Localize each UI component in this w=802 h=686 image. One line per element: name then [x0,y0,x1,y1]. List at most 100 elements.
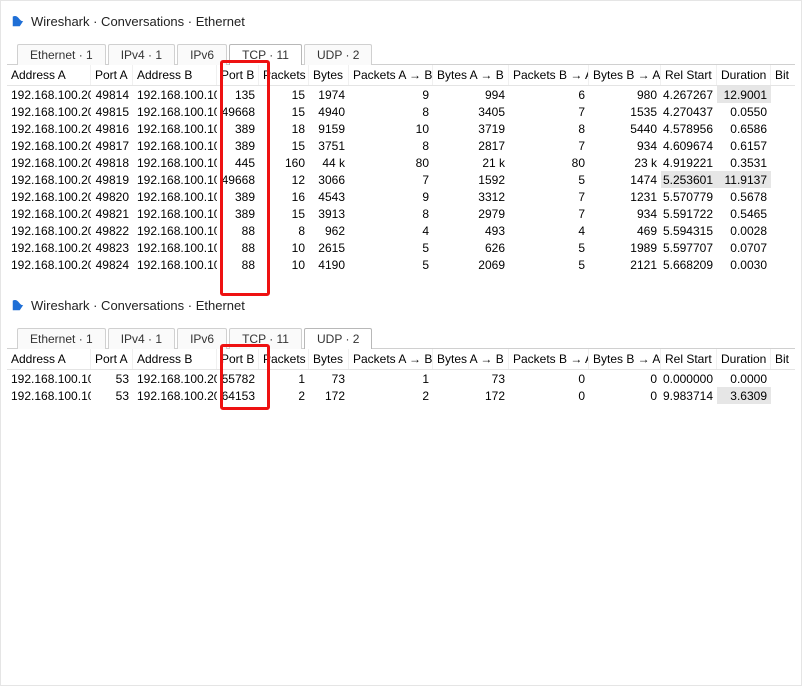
col-address-b[interactable]: Address B [133,349,217,369]
table-row[interactable]: 192.168.100.2049824192.168.100.108810419… [7,256,795,273]
cell-bytes: 4940 [309,103,349,120]
col-port-b[interactable]: Port B [217,349,259,369]
col-bytes[interactable]: Bytes [309,349,349,369]
cell-addrb: 192.168.100.10 [133,154,217,171]
cell-bba: 934 [589,137,661,154]
cell-pba: 7 [509,188,589,205]
conversations-pane-udp: Wireshark · Conversations · Ethernet Eth… [7,291,795,681]
tab-udp[interactable]: UDP · 2 [304,328,372,349]
cell-bba: 469 [589,222,661,239]
cell-rel: 5.591722 [661,205,717,222]
cell-bit [771,256,789,273]
cell-bab: 994 [433,86,509,103]
cell-bit [771,387,789,404]
cell-bab: 3405 [433,103,509,120]
cell-bba: 1535 [589,103,661,120]
cell-pab: 8 [349,103,433,120]
col-port-b[interactable]: Port B [217,65,259,85]
col-port-a[interactable]: Port A [91,65,133,85]
table-row[interactable]: 192.168.100.2049819192.168.100.104966812… [7,171,795,188]
tab-ipv4[interactable]: IPv4 · 1 [108,328,175,349]
cell-dur: 0.6586 [717,120,771,137]
cell-porta: 49823 [91,239,133,256]
wireshark-fin-icon [11,298,25,312]
tabs-top: Ethernet · 1 IPv4 · 1 IPv6 TCP · 11 UDP … [17,41,795,65]
cell-porta: 49815 [91,103,133,120]
tab-ethernet[interactable]: Ethernet · 1 [17,328,106,349]
tab-ipv6[interactable]: IPv6 [177,44,227,65]
table-row[interactable]: 192.168.100.2049822192.168.100.108889624… [7,222,795,239]
cell-addrb: 192.168.100.20 [133,387,217,404]
cell-pab: 8 [349,137,433,154]
table-row[interactable]: 192.168.100.2049817192.168.100.103891537… [7,137,795,154]
cell-portb: 88 [217,222,259,239]
col-packets-b-a[interactable]: Packets B → A [509,349,589,369]
col-rel-start[interactable]: Rel Start [661,349,717,369]
col-duration[interactable]: Duration [717,65,771,85]
table-row[interactable]: 192.168.100.1053192.168.100.206415321722… [7,387,795,404]
tab-ipv4[interactable]: IPv4 · 1 [108,44,175,65]
cell-bit [771,205,789,222]
cell-pab: 5 [349,256,433,273]
table-row[interactable]: 192.168.100.2049815192.168.100.104966815… [7,103,795,120]
cell-bytes: 2615 [309,239,349,256]
cell-bba: 5440 [589,120,661,137]
cell-addra: 192.168.100.20 [7,154,91,171]
table-row[interactable]: 192.168.100.2049820192.168.100.103891645… [7,188,795,205]
cell-pkts: 12 [259,171,309,188]
table-row[interactable]: 192.168.100.1053192.168.100.205578217317… [7,370,795,387]
col-packets-b-a[interactable]: Packets B → A [509,65,589,85]
tab-tcp[interactable]: TCP · 11 [229,328,302,349]
table-row[interactable]: 192.168.100.2049823192.168.100.108810261… [7,239,795,256]
col-bytes[interactable]: Bytes [309,65,349,85]
cell-addra: 192.168.100.20 [7,103,91,120]
tab-ipv6[interactable]: IPv6 [177,328,227,349]
col-bytes-a-b[interactable]: Bytes A → B [433,349,509,369]
table-row[interactable]: 192.168.100.2049814192.168.100.101351519… [7,86,795,103]
cell-dur: 0.3531 [717,154,771,171]
cell-addra: 192.168.100.10 [7,387,91,404]
col-packets-a-b[interactable]: Packets A → B [349,349,433,369]
cell-pba: 6 [509,86,589,103]
col-packets[interactable]: Packets [259,65,309,85]
tab-udp[interactable]: UDP · 2 [304,44,372,65]
cell-rel: 4.270437 [661,103,717,120]
cell-addrb: 192.168.100.10 [133,239,217,256]
col-bytes-a-b[interactable]: Bytes A → B [433,65,509,85]
cell-pab: 10 [349,120,433,137]
col-bit[interactable]: Bit [771,349,789,369]
col-packets[interactable]: Packets [259,349,309,369]
cell-porta: 49821 [91,205,133,222]
table-row[interactable]: 192.168.100.2049818192.168.100.104451604… [7,154,795,171]
wireshark-fin-icon [11,14,25,28]
cell-pba: 0 [509,387,589,404]
cell-porta: 49819 [91,171,133,188]
col-port-a[interactable]: Port A [91,349,133,369]
col-packets-a-b[interactable]: Packets A → B [349,65,433,85]
col-rel-start[interactable]: Rel Start [661,65,717,85]
tab-tcp[interactable]: TCP · 11 [229,44,302,65]
col-bit[interactable]: Bit [771,65,789,85]
col-duration[interactable]: Duration [717,349,771,369]
table-row[interactable]: 192.168.100.2049821192.168.100.103891539… [7,205,795,222]
cell-bba: 2121 [589,256,661,273]
cell-pab: 2 [349,387,433,404]
cell-portb: 389 [217,188,259,205]
cell-addrb: 192.168.100.10 [133,256,217,273]
table-row[interactable]: 192.168.100.2049816192.168.100.103891891… [7,120,795,137]
cell-addrb: 192.168.100.10 [133,222,217,239]
col-address-a[interactable]: Address A [7,349,91,369]
cell-portb: 389 [217,205,259,222]
col-address-b[interactable]: Address B [133,65,217,85]
udp-table: Address A Port A Address B Port B Packet… [7,349,795,404]
cell-pba: 7 [509,103,589,120]
tab-ethernet[interactable]: Ethernet · 1 [17,44,106,65]
cell-addrb: 192.168.100.10 [133,171,217,188]
col-address-a[interactable]: Address A [7,65,91,85]
cell-bytes: 3751 [309,137,349,154]
cell-pab: 5 [349,239,433,256]
col-bytes-b-a[interactable]: Bytes B → A [589,65,661,85]
cell-bytes: 3066 [309,171,349,188]
col-bytes-b-a[interactable]: Bytes B → A [589,349,661,369]
cell-dur: 0.0550 [717,103,771,120]
